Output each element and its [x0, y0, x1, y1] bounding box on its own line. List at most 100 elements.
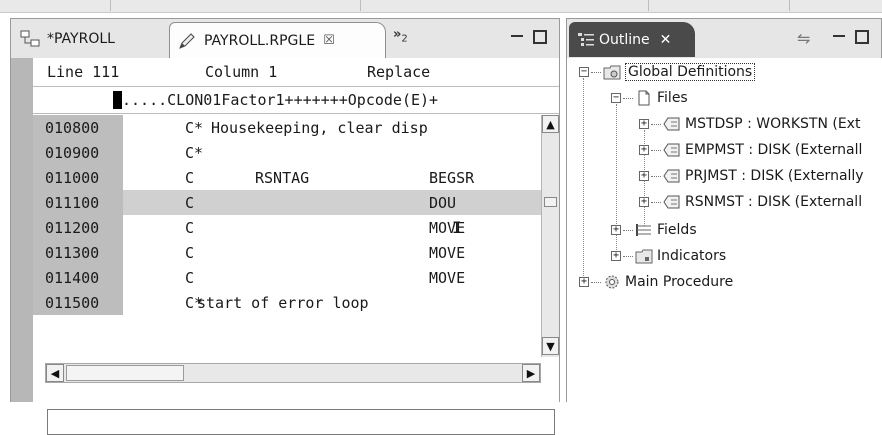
- code-line[interactable]: 011200 C MOVE I: [33, 215, 541, 240]
- expand-toggle[interactable]: +: [579, 277, 589, 287]
- tab-payroll-rpgle-label: PAYROLL.RPGLE: [204, 32, 316, 49]
- current-code-line[interactable]: 011100 C DOU: [33, 190, 541, 215]
- code-line[interactable]: 010800 C* Housekeeping, clear disp: [33, 115, 541, 140]
- line-indicator: Line 111: [47, 63, 120, 81]
- code-line[interactable]: 011400 C MOVE: [33, 265, 541, 290]
- text-cursor: [113, 91, 122, 109]
- scroll-up-button[interactable]: ▲: [542, 115, 559, 133]
- expand-toggle[interactable]: +: [639, 197, 649, 207]
- sequence-number: 011500: [33, 290, 123, 315]
- expand-toggle[interactable]: +: [639, 119, 649, 129]
- tree-connector: [651, 149, 661, 151]
- spec-type: C: [185, 218, 195, 237]
- sequence-number: 011000: [33, 165, 123, 190]
- tree-node-fields[interactable]: + Fields: [611, 218, 697, 242]
- editor-body[interactable]: Line 111 Column 1 Replace .....CLON01Fac…: [10, 58, 560, 435]
- tree-connector: [651, 201, 661, 203]
- opcode-value: DOU: [429, 193, 457, 212]
- tree-node-file[interactable]: + RSNMST : DISK (Externall: [639, 190, 862, 214]
- code-line[interactable]: 011300 C MOVE: [33, 240, 541, 265]
- tree-node-main-procedure[interactable]: + Main Procedure: [579, 270, 733, 294]
- tree-guide-line: [583, 78, 584, 286]
- minimize-button[interactable]: [833, 35, 845, 37]
- tree-connector: [591, 281, 601, 283]
- tree-label: Files: [657, 90, 688, 106]
- sequence-number: 010900: [33, 140, 123, 165]
- comment-text: Housekeeping, clear disp: [211, 118, 428, 137]
- opcode-value: BEGSR: [429, 168, 475, 187]
- tree-node-indicators[interactable]: + Indicators: [611, 244, 726, 268]
- expand-toggle[interactable]: +: [639, 171, 649, 181]
- editor-status-row: Line 111 Column 1 Replace: [33, 58, 559, 86]
- fields-icon: [635, 222, 653, 238]
- expand-toggle[interactable]: +: [611, 225, 621, 235]
- tab-outline-label: Outline: [599, 31, 650, 48]
- tree-label: Main Procedure: [625, 274, 734, 290]
- sequence-number: 011300: [33, 240, 123, 265]
- overflow-count: 2: [401, 33, 408, 45]
- collapse-toggle[interactable]: −: [579, 67, 589, 77]
- gear-icon: [603, 274, 621, 290]
- tab-payroll-label: *PAYROLL: [47, 31, 115, 47]
- code-area[interactable]: 010800 C* Housekeeping, clear disp 01090…: [33, 115, 541, 357]
- outline-tab-bar: Outline ✕ ⇋: [566, 18, 882, 58]
- tree-connector: [623, 97, 633, 99]
- close-tab-icon[interactable]: ✕: [660, 32, 672, 48]
- maximize-button[interactable]: [533, 30, 547, 44]
- tree-node-file[interactable]: + EMPMST : DISK (Externall: [639, 138, 862, 162]
- opcode-value: MOVE: [429, 243, 466, 262]
- format-ruler-text: .....CLON01Factor1+++++++Opcode(E)+: [122, 91, 439, 109]
- spec-type: C: [185, 168, 195, 187]
- spec-type: C: [185, 193, 195, 212]
- tree-label: MSTDSP : WORKSTN (Ext: [685, 116, 861, 132]
- gear-folder-icon: [603, 64, 621, 80]
- sync-icon[interactable]: ⇋: [797, 29, 810, 48]
- tree-node-file[interactable]: + MSTDSP : WORKSTN (Ext: [639, 112, 860, 136]
- tree-connector: [591, 71, 601, 73]
- format-ruler: .....CLON01Factor1+++++++Opcode(E)+: [33, 86, 559, 114]
- command-input[interactable]: [47, 409, 555, 435]
- disk-file-icon: [663, 194, 681, 210]
- vertical-scroll-thumb[interactable]: [544, 197, 557, 207]
- expand-toggle[interactable]: +: [611, 251, 621, 261]
- code-line[interactable]: 011500 C* start of error loop: [33, 290, 541, 315]
- code-line[interactable]: 011000 C RSNTAG BEGSR: [33, 165, 541, 190]
- tab-outline[interactable]: Outline ✕: [569, 22, 695, 57]
- editor-horizontal-scrollbar[interactable]: ◀ ▶: [45, 363, 541, 383]
- sequence-number: 011100: [33, 190, 123, 215]
- code-line[interactable]: 010900 C*: [33, 140, 541, 165]
- horizontal-scroll-thumb[interactable]: [66, 365, 184, 381]
- spec-type: C: [185, 268, 195, 287]
- tab-payroll-rpgle[interactable]: PAYROLL.RPGLE ☒: [169, 22, 386, 58]
- tree-label: Global Definitions: [625, 63, 756, 81]
- outline-tree[interactable]: − Global Definitions − Files + MSTDSP : …: [566, 58, 882, 402]
- tree-label: Fields: [657, 222, 697, 238]
- pencil-icon: [176, 30, 198, 52]
- tree-node-file[interactable]: + PRJMST : DISK (Externally: [639, 164, 864, 188]
- top-strip-segment: [0, 0, 111, 11]
- tab-payroll[interactable]: *PAYROLL: [13, 23, 163, 55]
- tab-overflow-chevron[interactable]: »2: [393, 27, 408, 45]
- sequence-number: 011200: [33, 215, 123, 240]
- rse-project-icon: [19, 28, 41, 50]
- close-tab-icon[interactable]: ☒: [323, 33, 335, 48]
- maximize-button[interactable]: [855, 30, 869, 44]
- opcode-value: MOVE: [429, 268, 466, 287]
- tree-node-files[interactable]: − Files: [611, 86, 688, 110]
- file-icon: [635, 90, 653, 106]
- window-top-strip: [0, 0, 882, 13]
- expand-toggle[interactable]: +: [639, 145, 649, 155]
- scroll-left-button[interactable]: ◀: [46, 364, 64, 382]
- factor1-value: RSNTAG: [255, 168, 310, 187]
- indicator-folder-icon: [635, 248, 653, 264]
- editor-vertical-scrollbar[interactable]: ▲ ▼: [541, 115, 559, 357]
- collapse-toggle[interactable]: −: [611, 93, 621, 103]
- spec-type: C*: [185, 143, 204, 162]
- editor-tab-bar: *PAYROLL PAYROLL.RPGLE ☒ »2: [10, 18, 560, 58]
- minimize-button[interactable]: [511, 35, 523, 37]
- scroll-down-button[interactable]: ▼: [542, 337, 559, 355]
- mode-indicator: Replace: [367, 63, 431, 81]
- tree-node-global-definitions[interactable]: − Global Definitions: [579, 60, 756, 84]
- scroll-right-button[interactable]: ▶: [522, 364, 540, 382]
- tree-connector: [651, 123, 661, 125]
